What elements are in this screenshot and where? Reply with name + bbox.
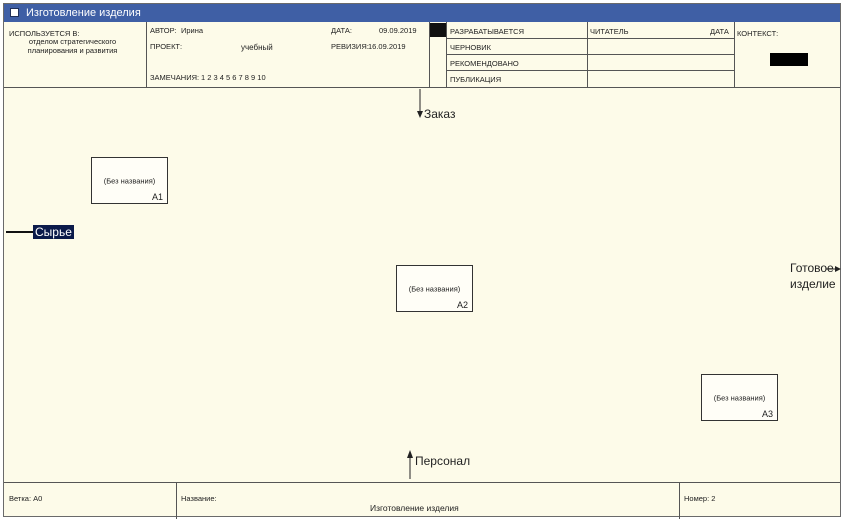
context-label: КОНТЕКСТ: — [737, 29, 779, 38]
reader-date-label: ДАТА — [710, 27, 729, 36]
mechanism-arrow-head — [407, 450, 413, 458]
revision-label: РЕВИЗИЯ: — [331, 42, 369, 51]
status-publication: ПУБЛИКАЦИЯ — [450, 75, 502, 84]
diagram-header: ИСПОЛЬЗУЕТСЯ В: отделом стратегического … — [4, 22, 840, 88]
author-value: Ирина — [181, 26, 204, 35]
notes-label: ЗАМЕЧАНИЯ: — [150, 73, 200, 82]
reader-label: ЧИТАТЕЛЬ — [590, 27, 629, 36]
context-thumbnail — [770, 53, 808, 66]
used-in-value: отделом стратегического планирования и р… — [27, 37, 118, 55]
output-arrow-head — [835, 266, 841, 272]
status-draft: ЧЕРНОВИК — [450, 43, 492, 52]
activity-box-a3[interactable]: (Без названия) A3 — [701, 374, 778, 421]
window-title: Изготовление изделия — [26, 7, 141, 19]
activity-box-label: (Без названия) — [408, 284, 461, 293]
name-value: Изготовление изделия — [370, 503, 459, 513]
idef0-diagram-window: Изготовление изделия ИСПОЛЬЗУЕТСЯ В: отд… — [3, 3, 841, 519]
node-label: Ветка: — [9, 494, 32, 503]
revision-value: 16.09.2019 — [368, 42, 406, 51]
date-label: ДАТА: — [331, 26, 352, 35]
notes-value: 1 2 3 4 5 6 7 8 9 10 — [201, 73, 266, 82]
number-label: Номер: — [684, 494, 710, 503]
activity-box-label: (Без названия) — [103, 176, 156, 185]
project-label: ПРОЕКТ: — [150, 42, 183, 51]
status-marker — [430, 23, 446, 37]
activity-box-number: A3 — [761, 409, 773, 419]
name-label: Название: — [181, 494, 217, 503]
date-value: 09.09.2019 — [379, 26, 417, 35]
output-arrow-label-line1[interactable]: Готовое — [790, 261, 834, 275]
number-value: 2 — [711, 494, 716, 503]
node-value: A0 — [33, 494, 43, 503]
window-icon — [10, 8, 19, 17]
activity-box-label: (Без названия) — [713, 393, 766, 402]
input-arrow-label[interactable]: Сырье — [33, 225, 74, 239]
output-arrow-label-line2[interactable]: изделие — [790, 277, 836, 291]
diagram-canvas: (Без названия) A1 (Без названия) A2 (Без… — [4, 87, 841, 482]
activity-box-a1[interactable]: (Без названия) A1 — [91, 157, 168, 204]
status-developing: РАЗРАБАТЫВАЕТСЯ — [450, 27, 525, 36]
project-value: учебный — [241, 43, 273, 52]
window-titlebar[interactable]: Изготовление изделия — [4, 4, 840, 22]
activity-box-number: A1 — [151, 192, 163, 202]
control-arrow-label[interactable]: Заказ — [424, 107, 455, 121]
status-recommended: РЕКОМЕНДОВАНО — [450, 59, 519, 68]
activity-box-number: A2 — [456, 300, 468, 310]
activity-box-a2[interactable]: (Без названия) A2 — [396, 265, 473, 312]
control-arrow-head — [417, 111, 423, 118]
mechanism-arrow-label[interactable]: Персонал — [415, 454, 470, 468]
author-label: АВТОР: — [150, 26, 177, 35]
diagram-footer: Ветка: A0 Название: Изготовление изделия… — [4, 482, 840, 519]
